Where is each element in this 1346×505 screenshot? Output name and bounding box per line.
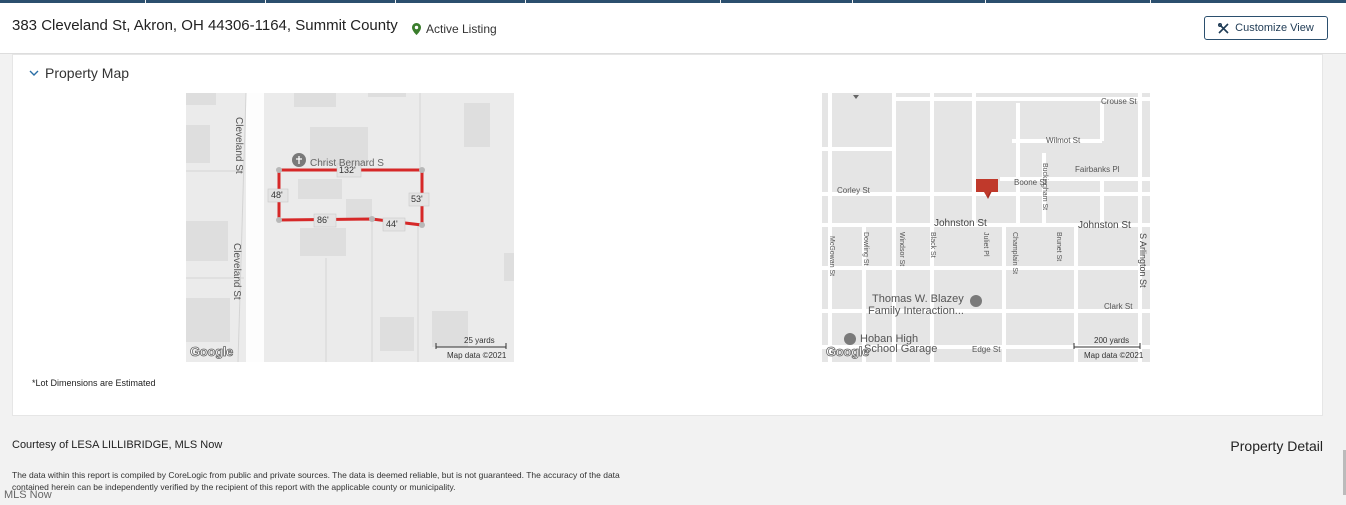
customize-view-button[interactable]: Customize View [1204, 16, 1328, 40]
listing-status: Active Listing [412, 22, 497, 36]
listing-header: 383 Cleveland St, Akron, OH 44306-1164, … [0, 3, 1346, 54]
google-logo: Google [190, 344, 234, 360]
street-label: Clark St [1104, 302, 1133, 311]
street-label: Edge St [972, 345, 1001, 354]
customize-view-label: Customize View [1235, 22, 1314, 34]
poi-label: School Garage [864, 343, 938, 355]
street-label: McGowan St [828, 236, 835, 277]
lot-dimensions-note: *Lot Dimensions are Estimated [32, 378, 156, 388]
street-label: Juliet Pl [982, 232, 989, 257]
map-attribution: Map data ©2021 [1084, 351, 1144, 360]
mls-now-watermark: MLS Now [4, 489, 52, 501]
street-label: Windsor St [898, 232, 905, 267]
street-label: Buckingham St [1041, 163, 1048, 211]
street-label: Cleveland St [233, 117, 244, 174]
street-label: Wilmot St [1046, 136, 1081, 145]
lot-dimension-label: 53' [411, 194, 423, 204]
lot-dimension-label: 48' [271, 190, 283, 200]
listing-status-text: Active Listing [426, 22, 497, 36]
poi-label: Family Interaction... [868, 305, 964, 317]
lot-dimension-label: 132' [339, 165, 356, 175]
street-label: Crouse St [1101, 97, 1137, 106]
map-pin-icon [412, 23, 421, 35]
property-detail-heading: Property Detail [1230, 438, 1323, 454]
poi-label: Thomas W. Blazey [872, 293, 964, 305]
tools-icon [1218, 22, 1229, 34]
map-scale-label: 25 yards [464, 336, 495, 345]
street-label: Fairbanks Pl [1075, 165, 1120, 174]
area-map[interactable]: Crouse St Wilmot St Fairbanks Pl Boone S… [822, 93, 1150, 362]
data-disclaimer: The data within this report is compiled … [12, 470, 620, 492]
section-title: Property Map [45, 65, 130, 81]
street-label: Dowling St [862, 232, 869, 266]
street-label: Black St [929, 232, 936, 258]
property-map-card: Property Map Cleveland St Cleveland St C… [12, 54, 1323, 416]
lot-dimension-label: 86' [317, 215, 329, 225]
lot-dimension-label: 44' [386, 219, 398, 229]
street-label: Corley St [837, 186, 870, 195]
street-label: Cleveland St [231, 243, 242, 300]
chevron-down-icon [29, 70, 39, 76]
google-logo: Google [826, 344, 870, 360]
map-scale-label: 200 yards [1094, 336, 1130, 345]
street-label: Brunet St [1055, 232, 1062, 262]
street-label: S Arlington St [1138, 233, 1148, 288]
street-label: Johnston St [1078, 220, 1131, 231]
street-label: Johnston St [934, 218, 987, 229]
property-map-toggle[interactable]: Property Map [29, 65, 129, 81]
street-label: Champlain St [1011, 232, 1018, 275]
listing-courtesy: Courtesy of LESA LILLIBRIDGE, MLS Now [12, 439, 223, 451]
map-attribution: Map data ©2021 [447, 351, 507, 360]
lot-dimensions-map[interactable]: Cleveland St Cleveland St Christ Bernard… [186, 93, 514, 362]
property-address: 383 Cleveland St, Akron, OH 44306-1164, … [12, 17, 398, 34]
